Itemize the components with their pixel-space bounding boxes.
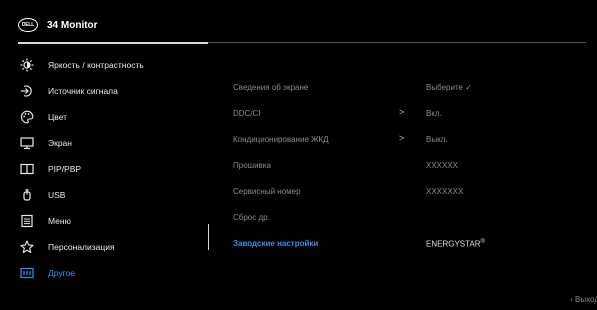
pip-pbp-icon [20, 162, 34, 176]
energystar-label: ENERGYSTAR [426, 239, 481, 249]
setting-ddc-ci[interactable]: DDC/CI > Вкл. [233, 100, 593, 126]
exit-button[interactable]: ‹ Выход [570, 295, 597, 304]
chevron-right-icon: > [399, 133, 405, 143]
menu-item-label: Источник сигнала [48, 86, 118, 96]
header-divider-active [18, 42, 208, 44]
monitor-osd: DELL 34 Monitor Яркость / контрастность … [0, 0, 597, 310]
menu-item-color[interactable]: Цвет [18, 104, 208, 130]
setting-value: XXXXXX [426, 161, 459, 170]
dell-logo: DELL [18, 18, 38, 32]
menu-item-label: USB [48, 190, 66, 200]
setting-label: Сведения об экране [233, 83, 309, 92]
setting-factory-reset[interactable]: Заводские настройки ENERGYSTAR® [233, 230, 593, 256]
setting-label: Прошивка [233, 161, 271, 170]
menu-item-display[interactable]: Экран [18, 130, 208, 156]
display-monitor-icon [20, 136, 34, 150]
menu-item-usb[interactable]: USB [18, 182, 208, 208]
menu-item-label: Персонализация [48, 242, 115, 252]
menu-icon [20, 214, 34, 228]
registered-mark: ® [480, 239, 485, 245]
menu-item-personalize[interactable]: Персонализация [18, 234, 208, 260]
setting-value: ENERGYSTAR® [426, 239, 485, 249]
setting-label: Заводские настройки [233, 239, 319, 248]
menu-item-label: Другое [48, 268, 76, 278]
selection-indicator [208, 224, 209, 250]
setting-lcd-conditioning[interactable]: Кондиционирование ЖКД > Выкл. [233, 126, 593, 152]
menu-item-label: Цвет [48, 112, 68, 122]
usb-icon [20, 188, 34, 202]
main-menu: Яркость / контрастность Источник сигнала… [18, 52, 208, 286]
input-source-icon [20, 84, 34, 98]
menu-item-label: Яркость / контрастность [48, 60, 144, 70]
setting-label: Сервисный номер [233, 187, 301, 196]
brightness-icon [20, 58, 34, 72]
osd-header: DELL 34 Monitor [18, 12, 98, 38]
menu-item-label: Экран [48, 138, 72, 148]
header-divider [208, 42, 586, 43]
chevron-right-icon: > [399, 107, 405, 117]
setting-reset-other[interactable]: Сброс др. [233, 204, 593, 230]
menu-item-brightness-contrast[interactable]: Яркость / контрастность [18, 52, 208, 78]
menu-item-menu[interactable]: Меню [18, 208, 208, 234]
setting-firmware: Прошивка XXXXXX [233, 152, 593, 178]
setting-label: Кондиционирование ЖКД [233, 135, 329, 144]
settings-list: Сведения об экране Выберите ✓ DDC/CI > В… [233, 74, 593, 256]
setting-value: XXXXXXX [426, 187, 464, 196]
setting-display-info[interactable]: Сведения об экране Выберите ✓ [233, 74, 593, 100]
menu-item-input-source[interactable]: Источник сигнала [18, 78, 208, 104]
setting-value: Выберите ✓ [426, 83, 472, 92]
setting-value: Вкл. [426, 109, 442, 118]
menu-item-pip-pbp[interactable]: PIP/PBP [18, 156, 208, 182]
setting-label: Сброс др. [233, 213, 270, 222]
color-palette-icon [20, 110, 34, 124]
monitor-title: 34 Monitor [47, 19, 98, 31]
setting-label: DDC/CI [233, 109, 261, 118]
menu-item-label: PIP/PBP [48, 164, 82, 174]
other-settings-icon [20, 266, 34, 280]
star-icon [20, 240, 34, 254]
menu-item-label: Меню [48, 216, 71, 226]
menu-item-other[interactable]: Другое [18, 260, 208, 286]
setting-value: Выкл. [426, 135, 448, 144]
setting-service-tag: Сервисный номер XXXXXXX [233, 178, 593, 204]
